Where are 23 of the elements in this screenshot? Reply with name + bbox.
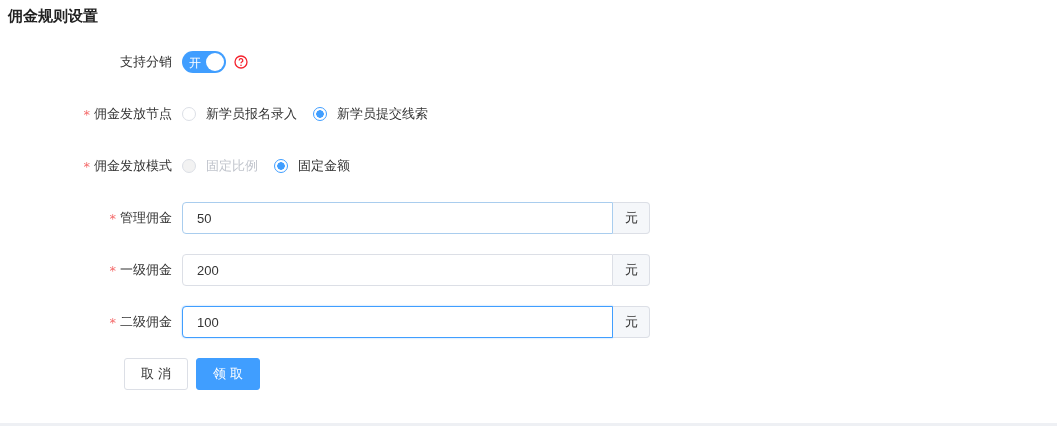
help-icon[interactable]: [234, 55, 248, 69]
required-asterisk: *: [83, 158, 90, 174]
section-title: 佣金规则设置: [6, 6, 99, 27]
unit-label: 元: [613, 202, 650, 234]
unit-label: 元: [613, 254, 650, 286]
required-asterisk: *: [109, 262, 116, 278]
required-asterisk: *: [83, 106, 90, 122]
radio-option[interactable]: 新学员报名录入: [182, 105, 297, 123]
field-label: 支持分销: [120, 53, 172, 71]
required-asterisk: *: [109, 210, 116, 226]
radio-option[interactable]: 新学员提交线索: [313, 105, 428, 123]
field-label: 二级佣金: [120, 313, 172, 331]
required-asterisk: *: [109, 314, 116, 330]
field-label: 管理佣金: [120, 209, 172, 227]
input-field[interactable]: 100: [182, 306, 613, 338]
field-label: 佣金发放节点: [94, 105, 172, 123]
input-field[interactable]: 50: [182, 202, 613, 234]
field-label: 佣金发放模式: [94, 157, 172, 175]
radio-option[interactable]: 固定金额: [274, 157, 350, 175]
unit-label: 元: [613, 306, 650, 338]
cancel-button[interactable]: 取 消: [124, 358, 188, 390]
field-label: 一级佣金: [120, 261, 172, 279]
input-field[interactable]: 200: [182, 254, 613, 286]
